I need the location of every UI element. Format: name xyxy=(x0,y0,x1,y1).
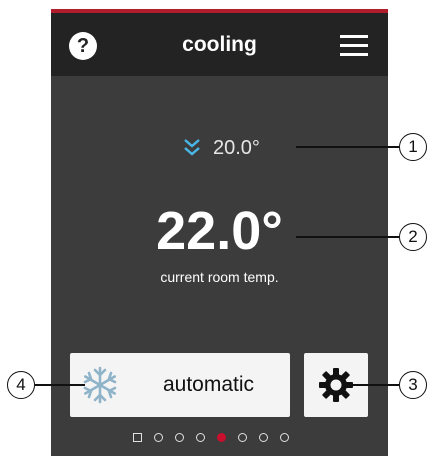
callout-line-4 xyxy=(35,384,85,386)
figure-canvas: ? cooling 20.0° 22.0° current room temp. xyxy=(0,0,431,456)
callout-line-2 xyxy=(296,236,399,238)
callout-line-3 xyxy=(350,384,399,386)
thermostat-screen: ? cooling 20.0° 22.0° current room temp. xyxy=(51,9,388,456)
callout-line-1 xyxy=(296,146,399,148)
menu-icon[interactable] xyxy=(340,35,368,57)
header-bar: ? cooling xyxy=(51,13,388,76)
pager-dot[interactable] xyxy=(280,433,289,442)
callout-badge-3: 3 xyxy=(399,371,427,399)
snowflake-icon xyxy=(83,366,117,404)
page-indicator xyxy=(133,433,301,442)
current-temperature: 22.0° xyxy=(156,201,283,261)
chevron-double-down-icon xyxy=(184,139,200,156)
pager-home-square[interactable] xyxy=(133,433,142,442)
gear-icon xyxy=(319,368,353,402)
pager-dot-active[interactable] xyxy=(217,433,226,442)
pager-dot[interactable] xyxy=(238,433,247,442)
pager-dot[interactable] xyxy=(259,433,268,442)
callout-badge-2: 2 xyxy=(399,223,427,251)
mode-title: cooling xyxy=(182,33,257,56)
setpoint-display[interactable]: 20.0° xyxy=(183,135,260,161)
pager-dot[interactable] xyxy=(175,433,184,442)
current-temperature-label: current room temp. xyxy=(160,269,279,285)
pager-dot[interactable] xyxy=(154,433,163,442)
pager-dot[interactable] xyxy=(196,433,205,442)
setpoint-value: 20.0° xyxy=(213,136,260,159)
mode-automatic-label: automatic xyxy=(162,373,255,396)
mode-automatic-button[interactable]: automatic xyxy=(70,353,290,417)
callout-badge-4: 4 xyxy=(7,371,35,399)
callout-badge-1: 1 xyxy=(399,133,427,161)
